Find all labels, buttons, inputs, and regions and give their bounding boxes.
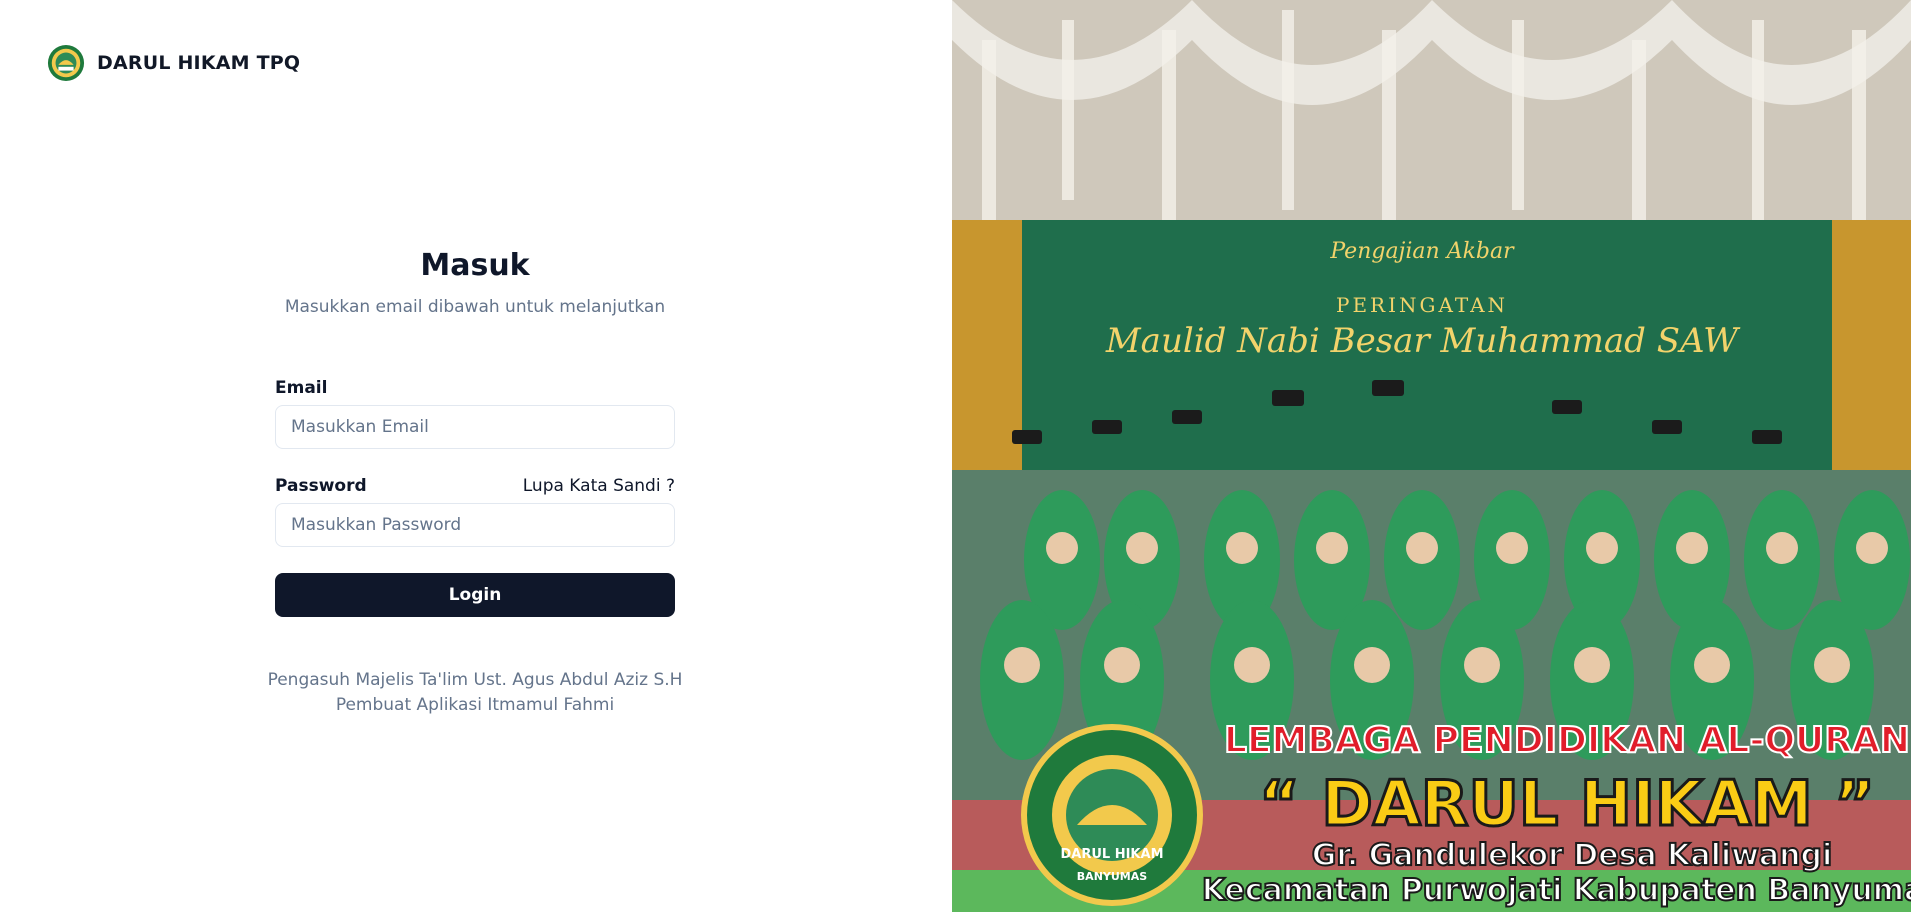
banner-institution: LEMBAGA PENDIDIKAN AL-QURAN [1224, 720, 1910, 761]
page-title: Masuk [420, 248, 530, 283]
email-field[interactable] [275, 405, 675, 449]
brand-name: DARUL HIKAM TPQ [97, 52, 301, 74]
login-button[interactable]: Login [275, 573, 675, 617]
banner-event-heading: PERINGATAN [1336, 293, 1508, 317]
credits-developer: Pembuat Aplikasi Itmamul Fahmi [335, 695, 615, 715]
forgot-password-link[interactable]: Lupa Kata Sandi ? [523, 476, 675, 496]
credits-caretaker: Pengasuh Majelis Ta'lim Ust. Agus Abdul … [267, 670, 683, 690]
seal-place: BANYUMAS [1077, 870, 1147, 883]
seal-name: DARUL HIKAM [1060, 847, 1163, 862]
banner-name: “ DARUL HIKAM ” [1259, 767, 1875, 840]
banner-address1: Gr. Gandulekor Desa Kaliwangi [1312, 838, 1833, 873]
page-subtitle: Masukkan email dibawah untuk melanjutkan [284, 297, 666, 317]
tpq-seal: DARUL HIKAM BANYUMAS [1021, 724, 1203, 906]
password-label: Password [275, 476, 367, 496]
brand[interactable]: DARUL HIKAM TPQ [47, 44, 300, 82]
email-label: Email [275, 378, 328, 398]
password-field[interactable] [275, 503, 675, 547]
banner-address2: Kecamatan Purwojati Kabupaten Banyumas [1202, 873, 1911, 908]
banner-event-small: Pengajian Akbar [1329, 239, 1515, 264]
banner-event-title: Maulid Nabi Besar Muhammad SAW [1105, 321, 1741, 361]
banner-photo: Pengajian Akbar PERINGATAN Maulid Nabi B… [952, 0, 1911, 912]
credits: Pengasuh Majelis Ta'lim Ust. Agus Abdul … [235, 668, 715, 718]
login-panel: DARUL HIKAM TPQ Masuk Masukkan email dib… [0, 0, 952, 912]
tpq-emblem-icon [47, 44, 85, 82]
event-photo: Pengajian Akbar PERINGATAN Maulid Nabi B… [952, 0, 1911, 912]
login-form: Masuk Masukkan email dibawah untuk melan… [268, 248, 683, 715]
